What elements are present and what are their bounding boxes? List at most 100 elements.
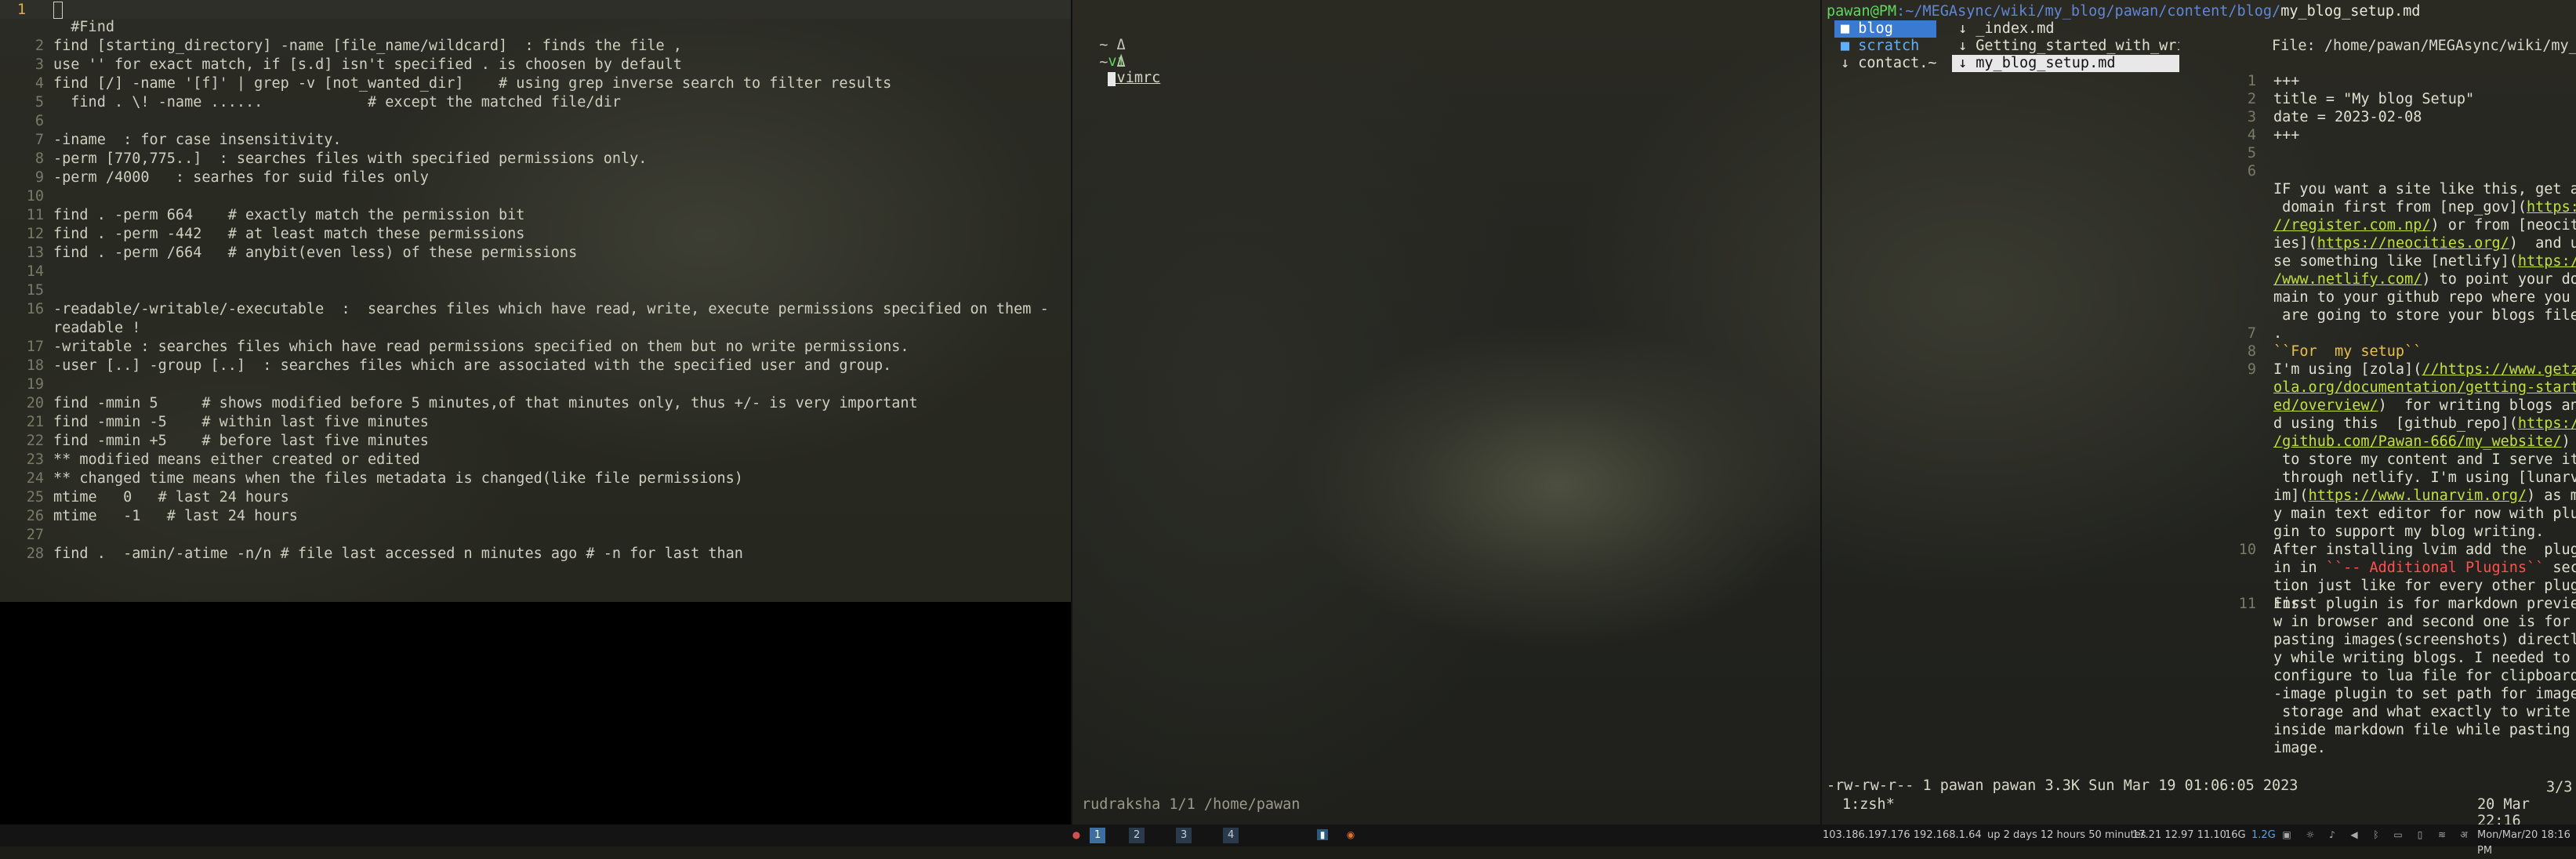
line-number: 21 <box>26 414 44 430</box>
current-line-number: 1 <box>17 2 27 18</box>
vim-current-line-highlight <box>0 0 1071 19</box>
line-text: find . -perm /664 # anybit(even less) of… <box>53 245 578 261</box>
language-icon[interactable]: अ <box>2458 829 2469 840</box>
line-text: -readable/-writable/-executable : search… <box>53 301 1049 317</box>
workspace-2[interactable]: 2 <box>1129 828 1145 843</box>
workspace-3[interactable]: 3 <box>1176 828 1192 843</box>
ranger-current-column[interactable]: ↓ _index.md ↓ Getting_started_with_wri~ ↓ … <box>1952 20 2179 72</box>
line-number: 11 <box>26 207 44 223</box>
line-text: find [/] -name '[f]' | grep -v [not_want… <box>53 75 892 92</box>
line-text: find -mmin 5 # shows modified before 5 m… <box>53 395 918 411</box>
ranger-parent-column[interactable]: ■ blog ■ scratch ↓ contact.~ <box>1834 20 1936 72</box>
line-number: 10 <box>26 188 44 205</box>
line-text: find [starting_directory] -name [file_na… <box>53 38 682 54</box>
vim-cursor <box>53 2 63 19</box>
line-number: 7 <box>34 132 44 148</box>
line-number: 20 <box>26 395 44 411</box>
file-info-line: -rw-rw-r-- 1 pawan pawan 3.3K Sun Mar 19… <box>1827 777 2298 794</box>
ranger-parent-item[interactable]: ■ blog <box>1834 20 1936 38</box>
cpu-icon: ▣ <box>2282 829 2291 840</box>
volume-icon[interactable]: ◀ <box>2349 829 2360 840</box>
terminal-app-icon[interactable]: ▮ <box>1317 829 1328 840</box>
tmux-status: rudraksha 1/1 /home/pawan <box>1082 796 1301 813</box>
ranger-file-item[interactable]: ↓ my_blog_setup.md <box>1952 55 2179 72</box>
line-text: -iname : for case insensitivity. <box>53 132 342 148</box>
line-number: 25 <box>26 489 44 506</box>
line-number: 6 <box>34 113 44 129</box>
left-pane-empty-area <box>0 602 1072 825</box>
clock: Mon/Mar/20 18:16 PM <box>2477 829 2571 857</box>
path-dir: :~/MEGAsync/wiki/my_blog/pawan/content/b… <box>1896 3 2281 20</box>
preview-file-header: File: /home/pawan/MEGAsync/wiki/my_blo <box>2272 38 2576 54</box>
brightness-icon[interactable]: ☼ <box>2305 829 2316 840</box>
ranger-path: pawan@PM:~/MEGAsync/wiki/my_blog/pawan/c… <box>1827 3 2420 20</box>
line-text: ** modified means either created or edit… <box>53 451 420 468</box>
path-file: my_blog_setup.md <box>2280 3 2421 20</box>
line-number: 5 <box>34 94 44 111</box>
mic-icon[interactable]: ♪ <box>2327 829 2338 840</box>
launcher-icon[interactable]: ● <box>1071 829 1082 840</box>
ranger-file-item[interactable]: ↓ _index.md <box>1952 20 2179 38</box>
line-text: -perm /4000 : searhes for suid files onl… <box>53 169 429 186</box>
bluetooth-icon[interactable]: ᛒ <box>2371 829 2382 840</box>
line-number: 9 <box>34 169 44 186</box>
line-number: 26 <box>26 508 44 524</box>
line-text: -perm [770,775..] : searches files with … <box>53 150 648 167</box>
line-number: 3 <box>34 56 44 73</box>
line-number: 23 <box>26 451 44 468</box>
workspace-4[interactable]: 4 <box>1223 828 1239 843</box>
ranger-file-item[interactable]: ↓ Getting_started_with_wri~ <box>1952 38 2179 55</box>
ranger-parent-item[interactable]: ↓ contact.~ <box>1834 55 1936 72</box>
display-icon[interactable]: ▭ <box>2393 829 2404 840</box>
uptime: up 2 days 12 hours 50 minutes <box>1987 829 2146 841</box>
pane-divider[interactable] <box>1820 0 1822 825</box>
swap: 1.2G <box>2251 829 2276 841</box>
line-text: mtime -1 # last 24 hours <box>53 508 298 524</box>
line-number: 14 <box>26 263 44 280</box>
line-text: find -mmin -5 # within last five minutes <box>53 414 429 430</box>
workspace-1[interactable]: 1 <box>1090 828 1106 843</box>
memory: 16G <box>2225 829 2246 841</box>
line-text: find . -perm 664 # exactly match the per… <box>53 207 525 223</box>
load-average: 17.21 12.97 11.10 <box>2132 829 2226 841</box>
line-text: find -mmin +5 # before last five minutes <box>53 433 429 449</box>
line-number: 8 <box>34 150 44 167</box>
line-number: 19 <box>26 376 44 393</box>
line-text: -user [..] -group [..] : searches files … <box>53 357 892 374</box>
taskbar: ● 1 2 3 4 ▮ ◉ 103.186.197.176 192.168.1.… <box>0 825 2576 857</box>
line-number: 13 <box>26 245 44 261</box>
file-preview: 1 +++ 2 title = "My blog Setup" 3 date = 20… <box>2238 73 2576 756</box>
network-address: 103.186.197.176 192.168.1.64 <box>1823 829 1982 841</box>
line-number: 17 <box>26 339 44 355</box>
line-text: -writable : searches files which have re… <box>53 339 909 355</box>
battery-icon: ▯ <box>2417 829 2423 840</box>
line-text: find . -amin/-atime -n/n # file last acc… <box>53 545 743 562</box>
line-text: readable ! <box>53 320 141 336</box>
path-user: pawan@PM <box>1827 3 1897 20</box>
line-number: 27 <box>26 527 44 543</box>
ranger-parent-item[interactable]: ■ scratch <box>1834 38 1936 55</box>
browser-app-icon[interactable]: ◉ <box>1345 829 1356 840</box>
line-text: use '' for exact match, if [s.d] isn't s… <box>53 56 682 73</box>
line-text: find . \! -name ...... # except the matc… <box>53 94 621 111</box>
wifi-icon[interactable]: ≋ <box>2436 829 2447 840</box>
line-text: mtime 0 # last 24 hours <box>53 489 289 506</box>
line-number: 15 <box>26 282 44 299</box>
terminal-prompt-active[interactable]: ~ Δ <box>1082 38 1126 87</box>
line-number: 22 <box>26 433 44 449</box>
line-text: #Find <box>53 19 114 35</box>
prompt-symbol: ~ Δ <box>1099 54 1126 71</box>
tmux-window-label[interactable]: 1:zsh* <box>1842 796 1895 813</box>
line-text: ** changed time means when the files met… <box>53 470 743 487</box>
line-number: 2 <box>34 38 44 54</box>
terminal-cursor <box>1108 72 1116 86</box>
line-number: 18 <box>26 357 44 374</box>
line-number: 16 <box>26 301 44 317</box>
line-number: 28 <box>26 545 44 562</box>
pane-divider[interactable] <box>1071 0 1072 825</box>
page-indicator: 3/3 <box>2546 779 2573 796</box>
line-number: 12 <box>26 226 44 242</box>
line-text: find . -perm -442 # at least match these… <box>53 226 525 242</box>
line-number: 24 <box>26 470 44 487</box>
line-number: 4 <box>34 75 44 92</box>
